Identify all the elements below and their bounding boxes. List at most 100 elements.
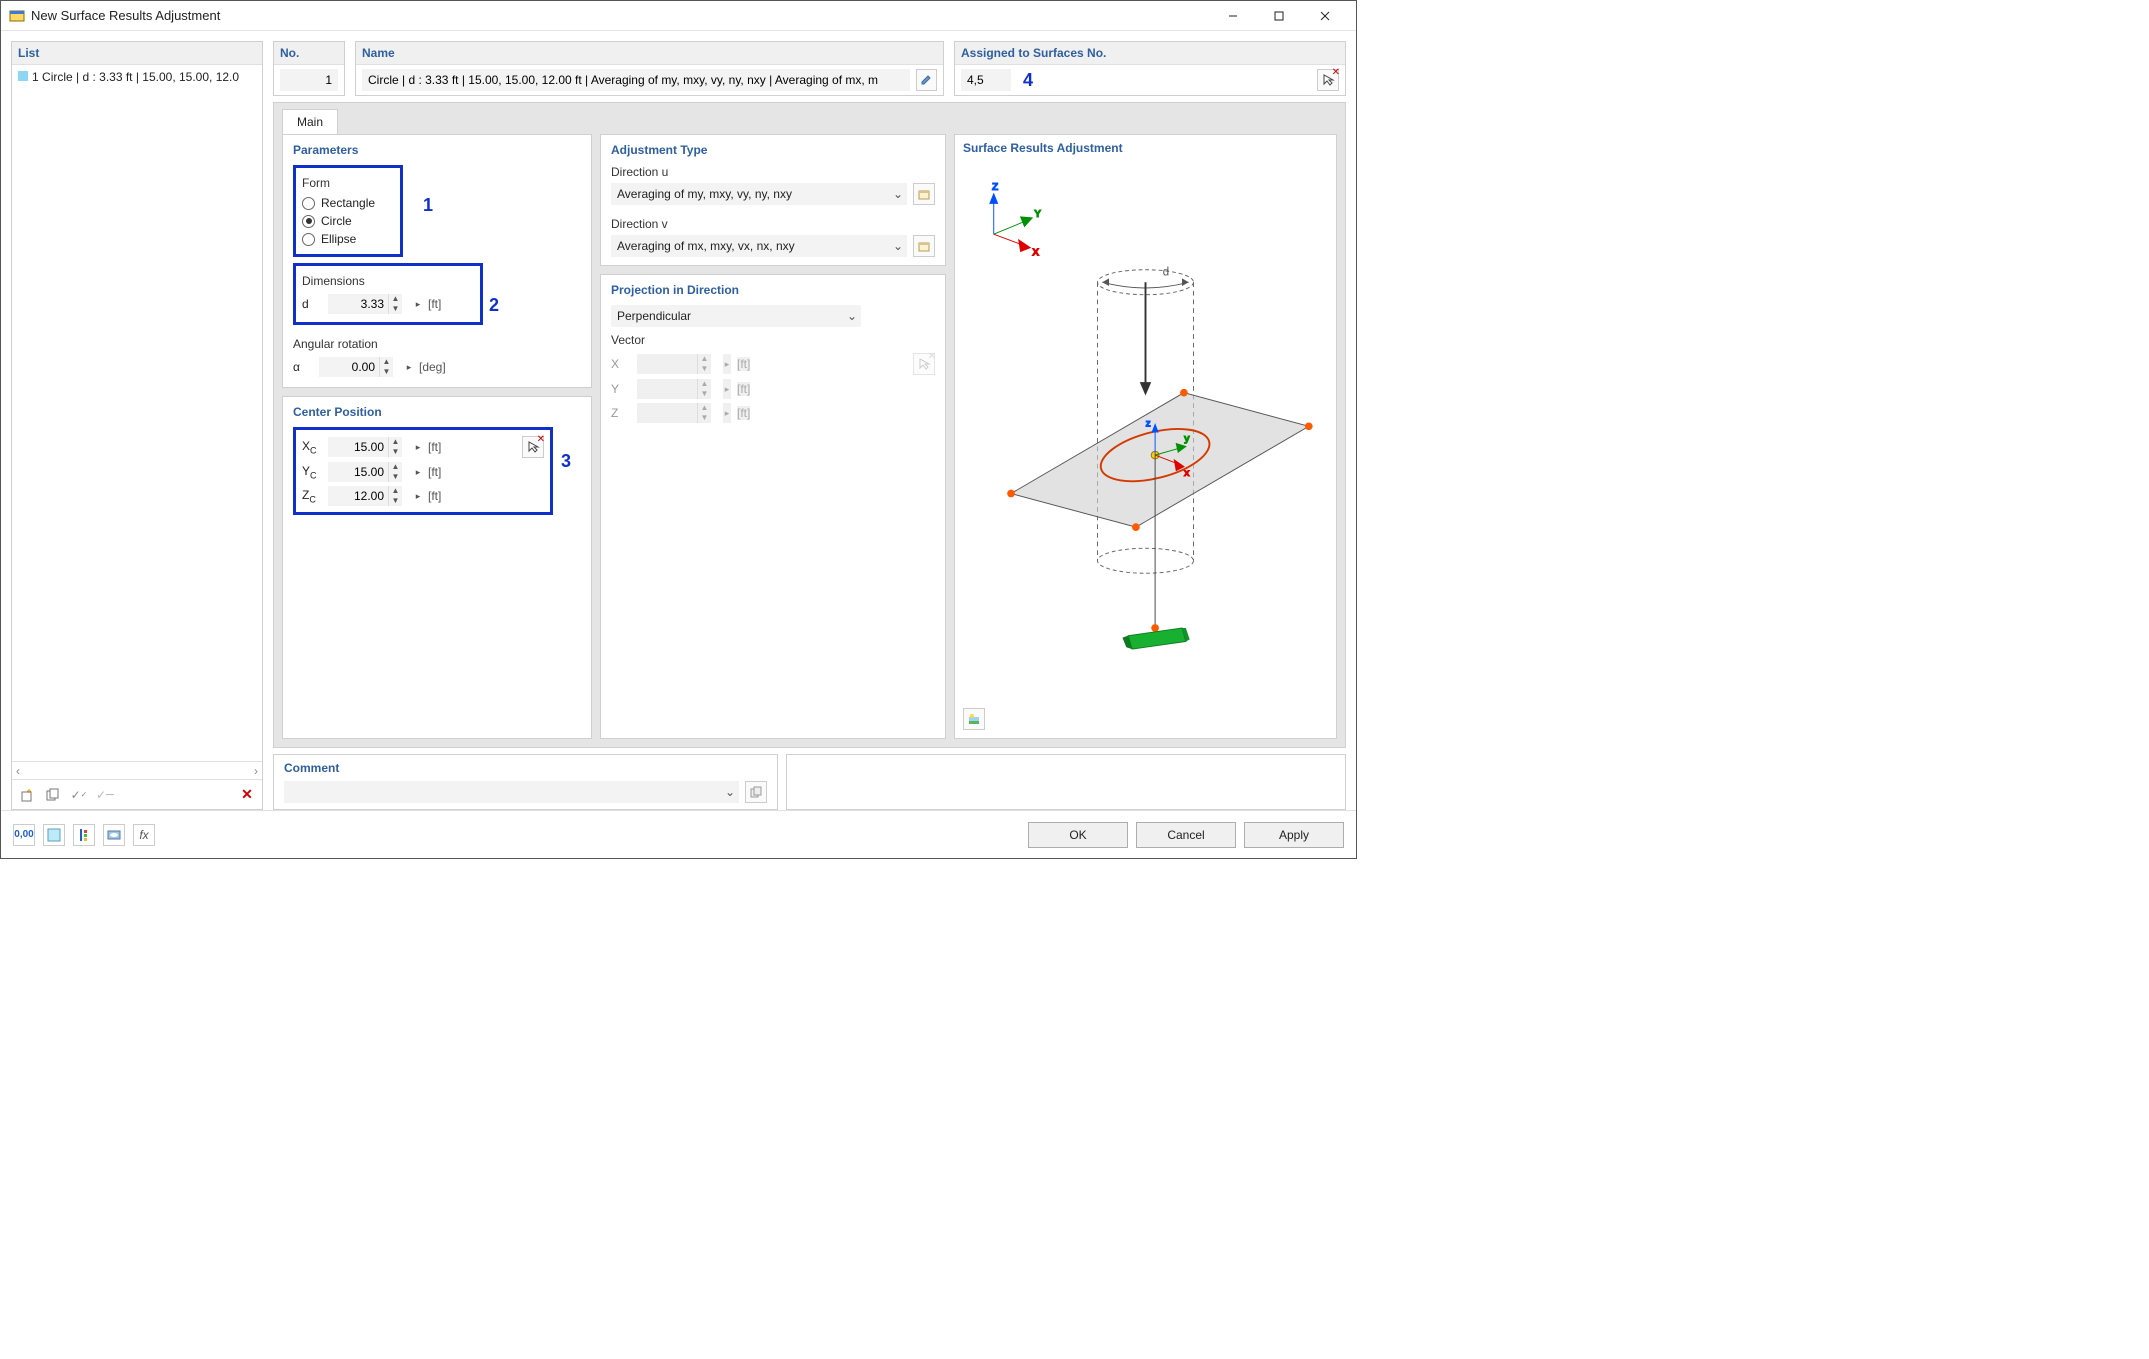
svg-text:Y: Y: [1034, 208, 1041, 220]
center-title: Center Position: [293, 405, 581, 419]
ok-button[interactable]: OK: [1028, 822, 1128, 848]
comment-spacer-panel: [786, 754, 1346, 810]
pick-surfaces-button[interactable]: ✕: [1317, 69, 1339, 91]
alpha-input[interactable]: ▲▼: [319, 357, 399, 377]
alpha-label: α: [293, 360, 313, 374]
v-library-button[interactable]: [913, 235, 935, 257]
list-item[interactable]: 1 Circle | d : 3.33 ft | 15.00, 15.00, 1…: [16, 69, 258, 85]
new-item-button[interactable]: [16, 784, 38, 806]
chevron-down-icon: ⌄: [721, 785, 739, 799]
annotation-3: 3: [561, 451, 571, 472]
display-button[interactable]: [103, 824, 125, 846]
alpha-menu-button[interactable]: ▸: [405, 357, 413, 377]
check-all-button[interactable]: ✓✓: [68, 784, 90, 806]
zc-menu-button[interactable]: ▸: [414, 486, 422, 506]
preview-canvas: Z Y X d: [963, 159, 1328, 732]
no-cell: No.: [273, 41, 345, 96]
tab-content: Parameters Form Rectangle Circle Ellipse…: [274, 134, 1345, 747]
assigned-label: Assigned to Surfaces No.: [955, 42, 1345, 65]
tabstrip: Main: [274, 103, 1345, 134]
dimensions-group: Dimensions d ▲▼ ▸ [ft]: [293, 263, 483, 325]
apply-button[interactable]: Apply: [1244, 822, 1344, 848]
projection-dropdown[interactable]: Perpendicular ⌄: [611, 305, 861, 327]
annotation-4: 4: [1023, 70, 1033, 91]
dialog-window: New Surface Results Adjustment List 1 Ci…: [0, 0, 1357, 859]
yc-label: YC: [302, 464, 322, 480]
xc-menu-button[interactable]: ▸: [414, 437, 422, 457]
vec-z-row: Z ▲▼ ▸ [ft]: [611, 401, 935, 425]
minimize-button[interactable]: [1210, 1, 1256, 31]
xc-input[interactable]: ▲▼: [328, 437, 408, 457]
window-title: New Surface Results Adjustment: [31, 8, 1210, 23]
adjustment-panel: Adjustment Type Direction u Averaging of…: [600, 134, 946, 266]
annotation-2: 2: [489, 295, 499, 316]
svg-text:X: X: [1032, 246, 1039, 258]
view-button[interactable]: [43, 824, 65, 846]
comment-dropdown[interactable]: ⌄: [284, 781, 739, 803]
right-column: Surface Results Adjustment Z: [954, 134, 1337, 739]
cancel-button[interactable]: Cancel: [1136, 822, 1236, 848]
u-library-button[interactable]: [913, 183, 935, 205]
radio-circle[interactable]: Circle: [302, 212, 394, 230]
direction-v-dropdown[interactable]: Averaging of mx, mxy, vx, nx, nxy ⌄: [611, 235, 907, 257]
form-label: Form: [302, 176, 394, 190]
parameters-title: Parameters: [293, 143, 581, 157]
xc-unit: [ft]: [428, 440, 441, 454]
alpha-unit: [deg]: [419, 360, 446, 374]
direction-u-dropdown[interactable]: Averaging of my, mxy, vy, ny, nxy ⌄: [611, 183, 907, 205]
scroll-right-icon[interactable]: ›: [254, 764, 258, 778]
d-row: d ▲▼ ▸ [ft]: [302, 292, 474, 316]
assigned-input[interactable]: [961, 69, 1011, 91]
xc-row: XC ▲▼ ▸ [ft] ✕: [302, 434, 544, 460]
d-menu-button[interactable]: ▸: [414, 294, 422, 314]
vec-z-input: ▲▼: [637, 403, 717, 423]
scroll-left-icon[interactable]: ‹: [16, 764, 20, 778]
d-unit: [ft]: [428, 297, 441, 311]
no-label: No.: [274, 42, 344, 65]
parameters-panel: Parameters Form Rectangle Circle Ellipse…: [282, 134, 592, 388]
direction-v-label: Direction v: [611, 217, 935, 231]
center-panel: Center Position XC ▲▼ ▸ [ft]: [282, 396, 592, 739]
comment-library-button[interactable]: [745, 781, 767, 803]
zc-label: ZC: [302, 488, 322, 504]
projection-panel: Projection in Direction Perpendicular ⌄ …: [600, 274, 946, 739]
adjustment-title: Adjustment Type: [611, 143, 935, 157]
fx-button[interactable]: fx: [133, 824, 155, 846]
zc-input[interactable]: ▲▼: [328, 486, 408, 506]
list-h-scrollbar[interactable]: ‹ ›: [12, 761, 262, 779]
spin-up-icon: ▲: [388, 294, 402, 304]
list-body[interactable]: 1 Circle | d : 3.33 ft | 15.00, 15.00, 1…: [12, 65, 262, 761]
yc-input[interactable]: ▲▼: [328, 462, 408, 482]
tab-main[interactable]: Main: [282, 109, 338, 134]
comment-title: Comment: [284, 761, 767, 775]
delete-item-button[interactable]: ✕: [236, 784, 258, 806]
edit-name-button[interactable]: [916, 69, 937, 91]
rotation-label: Angular rotation: [293, 337, 581, 351]
form-group: Form Rectangle Circle Ellipse: [293, 165, 403, 257]
app-icon: [9, 8, 25, 24]
vec-y-input: ▲▼: [637, 379, 717, 399]
radio-ellipse[interactable]: Ellipse: [302, 230, 394, 248]
radio-rectangle[interactable]: Rectangle: [302, 194, 394, 212]
name-input[interactable]: [362, 69, 910, 91]
close-button[interactable]: [1302, 1, 1348, 31]
list-pane: List 1 Circle | d : 3.33 ft | 15.00, 15.…: [11, 41, 263, 810]
list-header: List: [12, 42, 262, 65]
spin-down-icon: ▼: [388, 304, 402, 314]
copy-item-button[interactable]: [42, 784, 64, 806]
preview-panel: Surface Results Adjustment Z: [954, 134, 1337, 739]
reset-view-button[interactable]: [963, 708, 985, 730]
yc-menu-button[interactable]: ▸: [414, 462, 422, 482]
colors-button[interactable]: [73, 824, 95, 846]
name-label: Name: [356, 42, 943, 65]
units-button[interactable]: 0,00: [13, 824, 35, 846]
pick-center-button[interactable]: ✕: [522, 436, 544, 458]
d-input[interactable]: ▲▼: [328, 294, 408, 314]
vec-x-input: ▲▼: [637, 354, 717, 374]
maximize-button[interactable]: [1256, 1, 1302, 31]
dimensions-label: Dimensions: [302, 274, 474, 288]
projection-title: Projection in Direction: [611, 283, 935, 297]
no-input[interactable]: [280, 69, 338, 91]
uncheck-all-button[interactable]: ✓—: [94, 784, 116, 806]
client-area: List 1 Circle | d : 3.33 ft | 15.00, 15.…: [1, 31, 1356, 810]
